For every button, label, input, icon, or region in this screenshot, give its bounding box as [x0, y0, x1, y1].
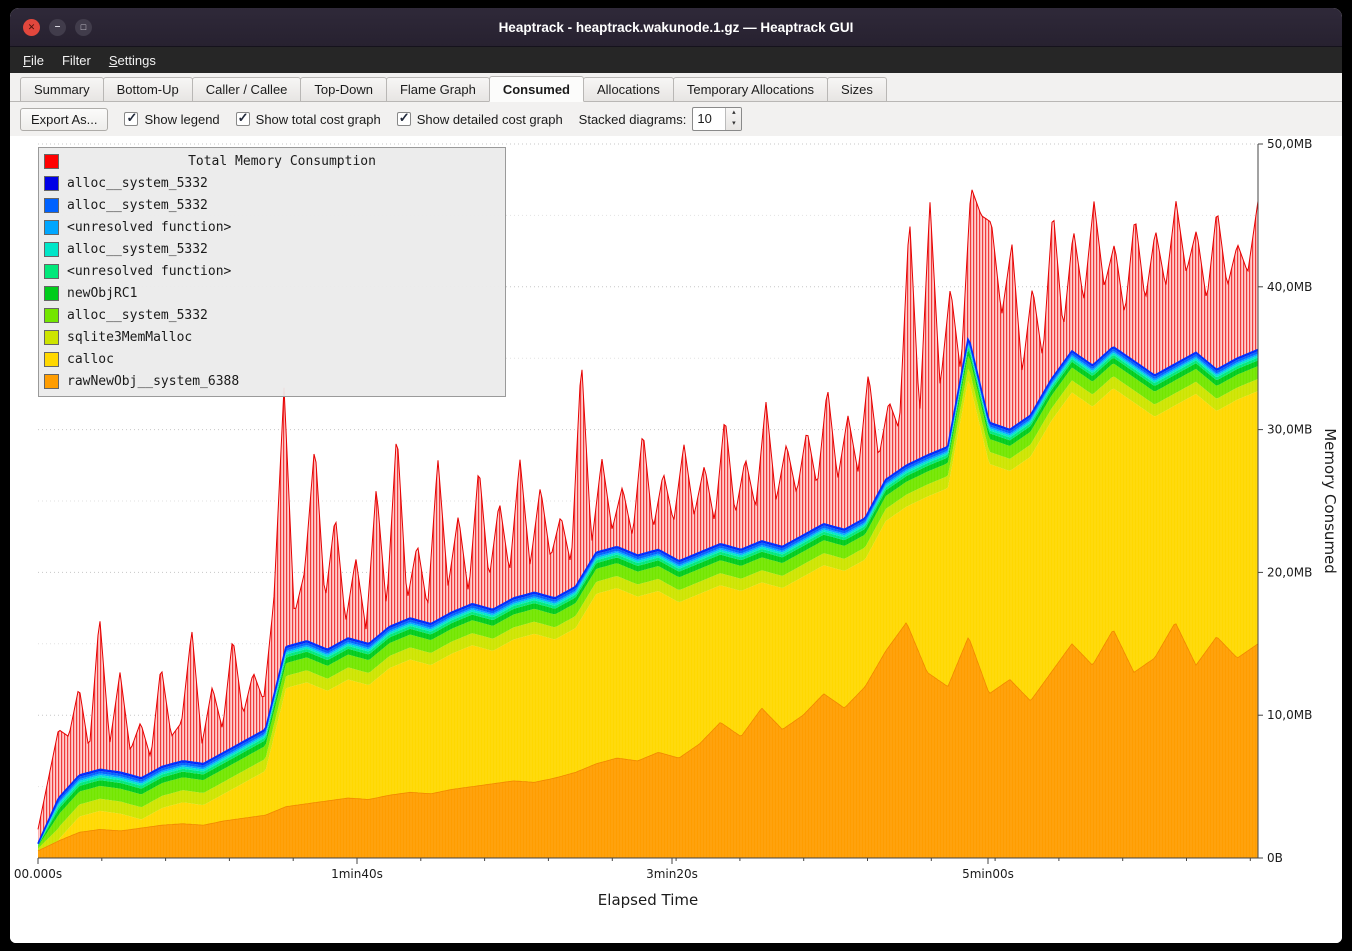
svg-text:5min00s: 5min00s: [962, 867, 1014, 881]
spinner-arrows: [725, 108, 741, 130]
spinner-down-button[interactable]: [726, 119, 741, 130]
checkbox-show-total-cost-graph[interactable]: Show total cost graph: [236, 112, 381, 127]
tab-sizes[interactable]: Sizes: [827, 77, 887, 101]
legend-entry-label: calloc: [67, 352, 114, 367]
toolbar: Export As... Show legend Show total cost …: [10, 102, 1342, 136]
legend-swatch: [44, 286, 59, 301]
spinner-value: 10: [693, 108, 725, 130]
svg-text:Memory Consumed: Memory Consumed: [1321, 428, 1339, 574]
svg-text:40,0MB: 40,0MB: [1267, 280, 1312, 294]
legend-entry: alloc__system_5332: [39, 304, 505, 326]
legend-entry-label: alloc__system_5332: [67, 176, 208, 191]
legend-entry-label: alloc__system_5332: [67, 308, 208, 323]
svg-text:0B: 0B: [1267, 851, 1283, 865]
window-title: Heaptrack - heaptrack.wakunode.1.gz — He…: [10, 20, 1342, 35]
titlebar: Heaptrack - heaptrack.wakunode.1.gz — He…: [10, 8, 1342, 47]
tab-summary[interactable]: Summary: [20, 77, 104, 101]
legend-title: Total Memory Consumption: [59, 154, 505, 169]
legend-title-row: Total Memory Consumption: [39, 150, 505, 172]
checkbox-box: [124, 112, 138, 126]
checkbox-show-legend[interactable]: Show legend: [124, 112, 219, 127]
svg-text:3min20s: 3min20s: [646, 867, 698, 881]
svg-text:30,0MB: 30,0MB: [1267, 423, 1312, 437]
legend-entry: <unresolved function>: [39, 216, 505, 238]
tab-bottom-up[interactable]: Bottom-Up: [103, 77, 193, 101]
checkbox-label: Show legend: [144, 112, 219, 127]
legend-entry: sqlite3MemMalloc: [39, 326, 505, 348]
legend-swatch: [44, 330, 59, 345]
legend-swatch: [44, 242, 59, 257]
stacked-diagrams-spinner[interactable]: 10: [692, 107, 742, 131]
menu-file[interactable]: File: [14, 49, 53, 72]
legend-entry-label: newObjRC1: [67, 286, 137, 301]
legend-entry: alloc__system_5332: [39, 238, 505, 260]
tab-caller-callee[interactable]: Caller / Callee: [192, 77, 302, 101]
tab-bar: SummaryBottom-UpCaller / CalleeTop-DownF…: [10, 73, 1342, 102]
window-controls: [23, 19, 92, 36]
legend-swatch: [44, 176, 59, 191]
menu-settings[interactable]: Settings: [100, 49, 165, 72]
menu-filter[interactable]: Filter: [53, 49, 100, 72]
legend-swatch-total: [44, 154, 59, 169]
legend-swatch: [44, 264, 59, 279]
checkbox-label: Show total cost graph: [256, 112, 381, 127]
legend-entry: calloc: [39, 348, 505, 370]
svg-text:20,0MB: 20,0MB: [1267, 565, 1312, 579]
app-window: Heaptrack - heaptrack.wakunode.1.gz — He…: [10, 8, 1342, 943]
legend-entry: rawNewObj__system_6388: [39, 370, 505, 392]
legend-entry-label: rawNewObj__system_6388: [67, 374, 239, 389]
minimize-button[interactable]: [49, 19, 66, 36]
checkbox-box: [236, 112, 250, 126]
legend-swatch: [44, 352, 59, 367]
legend-entry: alloc__system_5332: [39, 194, 505, 216]
maximize-button[interactable]: [75, 19, 92, 36]
tab-top-down[interactable]: Top-Down: [300, 77, 387, 101]
export-as-button[interactable]: Export As...: [20, 108, 108, 131]
legend-swatch: [44, 374, 59, 389]
svg-text:00.000s: 00.000s: [14, 867, 62, 881]
legend-entry-label: sqlite3MemMalloc: [67, 330, 192, 345]
legend-entry-label: <unresolved function>: [67, 220, 231, 235]
legend-entry: newObjRC1: [39, 282, 505, 304]
svg-text:10,0MB: 10,0MB: [1267, 708, 1312, 722]
legend-swatch: [44, 308, 59, 323]
checkbox-label: Show detailed cost graph: [417, 112, 563, 127]
tab-temporary-allocations[interactable]: Temporary Allocations: [673, 77, 828, 101]
checkbox-show-detailed-cost-graph[interactable]: Show detailed cost graph: [397, 112, 563, 127]
legend-rows: alloc__system_5332 alloc__system_5332 <unr…: [39, 172, 505, 392]
stacked-diagrams-label: Stacked diagrams:: [579, 112, 687, 127]
legend-entry: <unresolved function>: [39, 260, 505, 282]
chart-area: 0B 10,0MB 20,0MB 30,0MB 40,0MB 50,0MB 00.000s 1…: [10, 136, 1342, 943]
legend-swatch: [44, 198, 59, 213]
legend-swatch: [44, 220, 59, 235]
checkbox-group: Show legend Show total cost graph Show det…: [124, 112, 562, 127]
menu-bar: FileFilterSettings: [10, 47, 1342, 73]
legend-entry-label: alloc__system_5332: [67, 242, 208, 257]
legend-entry-label: alloc__system_5332: [67, 198, 208, 213]
tab-flame-graph[interactable]: Flame Graph: [386, 77, 490, 101]
svg-text:Elapsed Time: Elapsed Time: [598, 891, 698, 909]
legend-entry-label: <unresolved function>: [67, 264, 231, 279]
tab-allocations[interactable]: Allocations: [583, 77, 674, 101]
close-button[interactable]: [23, 19, 40, 36]
checkbox-box: [397, 112, 411, 126]
svg-text:1min40s: 1min40s: [331, 867, 383, 881]
legend-entry: alloc__system_5332: [39, 172, 505, 194]
chart-legend: Total Memory Consumption alloc__system_5…: [38, 147, 506, 397]
stacked-diagrams-group: Stacked diagrams: 10: [579, 107, 743, 131]
spinner-up-button[interactable]: [726, 108, 741, 119]
svg-text:50,0MB: 50,0MB: [1267, 137, 1312, 151]
tab-consumed[interactable]: Consumed: [489, 76, 584, 102]
